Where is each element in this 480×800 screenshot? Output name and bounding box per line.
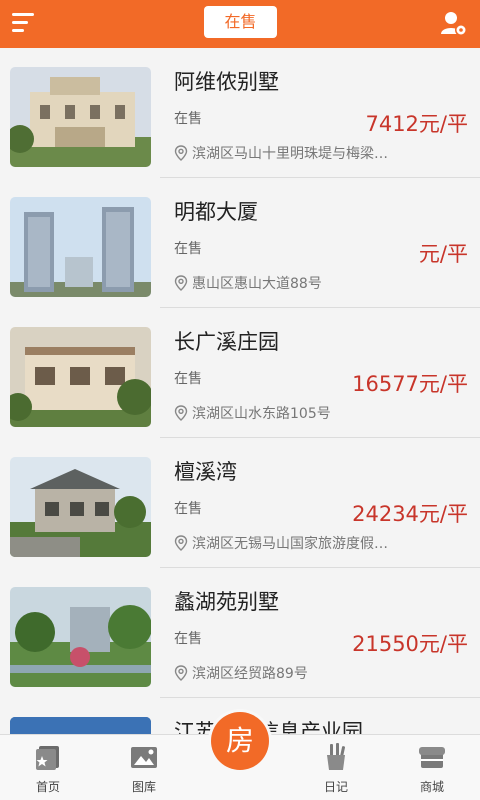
address: 滨湖区无锡马山国家旅游度假… bbox=[174, 533, 424, 553]
price: 16577元/平 bbox=[352, 372, 468, 396]
status-badge: 在售 bbox=[174, 371, 202, 387]
location-pin-icon bbox=[174, 145, 188, 161]
address-text: 滨湖区经贸路89号 bbox=[192, 666, 308, 682]
price: 7412元/平 bbox=[365, 112, 468, 136]
image-icon bbox=[131, 747, 157, 768]
top-bar: 在售 bbox=[0, 0, 480, 48]
address: 惠山区惠山大道88号 bbox=[174, 273, 424, 293]
property-photo bbox=[10, 587, 151, 687]
list-item[interactable]: 蠡湖苑别墅 在售 21550元/平 滨湖区经贸路89号 bbox=[0, 568, 480, 698]
list-item[interactable]: 明都大厦 在售 元/平 惠山区惠山大道88号 bbox=[0, 178, 480, 308]
tab-mall[interactable]: 商城 bbox=[384, 735, 480, 800]
home-icon bbox=[36, 746, 59, 770]
property-name: 蠡湖苑别墅 bbox=[174, 590, 279, 614]
property-photo bbox=[10, 457, 151, 557]
hamburger-icon-line bbox=[12, 13, 34, 16]
tab-diary-label: 日记 bbox=[323, 780, 348, 794]
menu-button[interactable] bbox=[12, 13, 38, 35]
hamburger-icon-line bbox=[12, 21, 28, 24]
pen-cup-icon bbox=[327, 743, 346, 770]
list-item[interactable]: 阿维侬别墅 在售 7412元/平 滨湖区马山十里明珠堤与梅梁… bbox=[0, 48, 480, 178]
address: 滨湖区经贸路89号 bbox=[174, 663, 424, 683]
tab-home-label: 首页 bbox=[35, 780, 60, 794]
price: 元/平 bbox=[418, 242, 468, 266]
list-item[interactable]: 长广溪庄园 在售 16577元/平 滨湖区山水东路105号 bbox=[0, 308, 480, 438]
price: 21550元/平 bbox=[352, 632, 468, 656]
price: 24234元/平 bbox=[352, 502, 468, 526]
tab-gallery[interactable]: 图库 bbox=[96, 735, 192, 800]
location-pin-icon bbox=[174, 405, 188, 421]
store-icon bbox=[419, 747, 445, 768]
tab-home[interactable]: 首页 bbox=[0, 735, 96, 800]
address-text: 滨湖区山水东路105号 bbox=[192, 406, 331, 422]
property-name: 明都大厦 bbox=[174, 200, 258, 224]
address: 滨湖区山水东路105号 bbox=[174, 403, 424, 423]
list-item[interactable]: 檀溪湾 在售 24234元/平 滨湖区无锡马山国家旅游度假… bbox=[0, 438, 480, 568]
property-name: 阿维侬别墅 bbox=[174, 70, 279, 94]
property-photo bbox=[10, 197, 151, 297]
tab-diary[interactable]: 日记 bbox=[288, 735, 384, 800]
status-badge: 在售 bbox=[174, 631, 202, 647]
property-name: 檀溪湾 bbox=[174, 460, 237, 484]
status-badge: 在售 bbox=[174, 501, 202, 517]
property-list[interactable]: 阿维侬别墅 在售 7412元/平 滨湖区马山十里明珠堤与梅梁… 明都大厦 在售 … bbox=[0, 48, 480, 734]
address-text: 滨湖区马山十里明珠堤与梅梁… bbox=[192, 146, 388, 162]
property-photo bbox=[10, 717, 151, 734]
property-name: 江苏数字信息产业园 bbox=[174, 720, 363, 734]
hamburger-icon-line bbox=[12, 29, 24, 32]
status-badge: 在售 bbox=[174, 241, 202, 257]
tab-gallery-label: 图库 bbox=[131, 780, 156, 794]
tab-mall-label: 商城 bbox=[419, 780, 444, 794]
house-center-button[interactable]: 房 bbox=[211, 712, 269, 770]
location-pin-icon bbox=[174, 665, 188, 681]
status-badge: 在售 bbox=[174, 111, 202, 127]
page-title: 在售 bbox=[204, 6, 277, 38]
location-pin-icon bbox=[174, 535, 188, 551]
property-photo bbox=[10, 67, 151, 167]
property-name: 长广溪庄园 bbox=[174, 330, 279, 354]
location-pin-icon bbox=[174, 275, 188, 291]
address-text: 惠山区惠山大道88号 bbox=[192, 276, 322, 292]
user-settings-icon[interactable] bbox=[440, 10, 468, 38]
address-text: 滨湖区无锡马山国家旅游度假… bbox=[192, 536, 388, 552]
property-photo bbox=[10, 327, 151, 427]
address: 滨湖区马山十里明珠堤与梅梁… bbox=[174, 143, 424, 163]
